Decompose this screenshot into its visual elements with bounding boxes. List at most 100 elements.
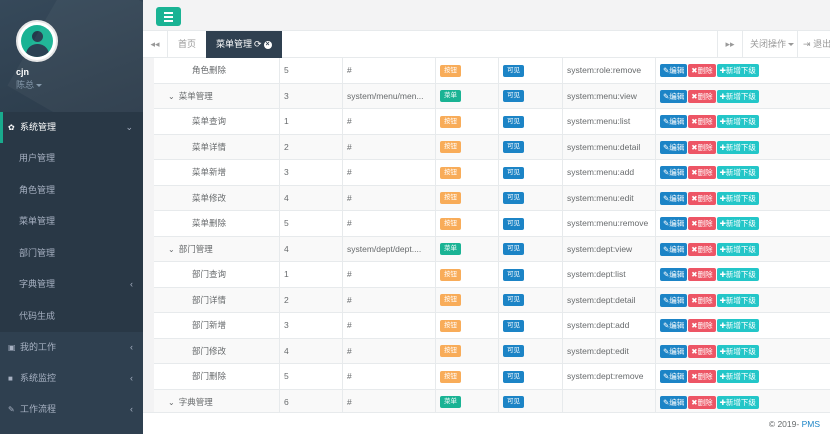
- sidebar-subitem[interactable]: 部门管理: [0, 238, 143, 270]
- add-child-button[interactable]: ✚新增下级: [716, 191, 759, 205]
- edit-button[interactable]: ✎编辑: [660, 242, 688, 256]
- close-operations-dropdown[interactable]: 关闭操作: [742, 31, 797, 58]
- close-icon[interactable]: ×: [263, 40, 272, 49]
- sidebar-subitem[interactable]: 代码生成: [0, 301, 143, 333]
- sidebar-item-label: 系统管理: [20, 122, 57, 132]
- delete-button[interactable]: ✖删除: [688, 217, 716, 231]
- delete-button[interactable]: ✖删除: [688, 191, 716, 205]
- delete-button[interactable]: ✖删除: [688, 268, 716, 282]
- user-role-dropdown[interactable]: 陈总: [16, 78, 43, 91]
- add-child-button[interactable]: ✚新增下级: [716, 89, 759, 103]
- sidebar-item-monitor[interactable]: ■ 系统监控 ‹: [0, 363, 143, 394]
- cell-menu-name: 部门查询: [154, 262, 279, 288]
- delete-button[interactable]: ✖删除: [688, 140, 716, 154]
- sidebar-item-my-work[interactable]: ▣ 我的工作 ‹: [0, 332, 143, 363]
- system-submenu: 用户管理角色管理菜单管理 部门管理 字典管理 ‹ 代码生成: [0, 143, 143, 332]
- delete-button[interactable]: ✖删除: [688, 344, 716, 358]
- caret-down-icon: [36, 84, 43, 88]
- delete-button[interactable]: ✖删除: [688, 242, 716, 256]
- tabs-scroll-left-button[interactable]: ◂◂: [143, 31, 168, 58]
- cell-actions: ✎编辑 ✖删除 ✚新增下级: [655, 185, 830, 211]
- sidebar-item-workflow[interactable]: ✎ 工作流程 ‹: [0, 394, 143, 425]
- add-child-button[interactable]: ✚新增下级: [716, 293, 759, 307]
- edit-label: 编辑: [669, 270, 685, 280]
- delete-button[interactable]: ✖删除: [688, 293, 716, 307]
- cell-order: 1: [279, 262, 342, 288]
- edit-button[interactable]: ✎编辑: [660, 370, 688, 384]
- delete-button[interactable]: ✖删除: [688, 395, 716, 409]
- cell-visible: 可见: [498, 134, 562, 160]
- avatar[interactable]: [16, 20, 58, 62]
- delete-button[interactable]: ✖删除: [688, 89, 716, 103]
- sidebar-subitem-label: 代码生成: [19, 310, 56, 321]
- edit-button[interactable]: ✎编辑: [660, 89, 688, 103]
- exit-button[interactable]: ⇥ 退出: [797, 31, 830, 58]
- edit-button[interactable]: ✎编辑: [660, 268, 688, 282]
- table-row: 部门修改 4 # 按钮 可见 system:dept:edit ✎编辑 ✖删除 ✚新增下级: [154, 338, 830, 364]
- edit-button[interactable]: ✎编辑: [660, 140, 688, 154]
- visible-badge: 可见: [503, 268, 524, 281]
- cell-permission: system:dept:edit: [562, 338, 655, 364]
- visible-badge: 可见: [503, 396, 524, 409]
- type-badge: 按钮: [440, 192, 461, 205]
- sidebar-subitem[interactable]: 字典管理 ‹: [0, 269, 143, 301]
- add-child-button[interactable]: ✚新增下级: [716, 217, 759, 231]
- tab-menu-management[interactable]: 菜单管理 ⟳ ×: [206, 31, 282, 58]
- edit-label: 编辑: [669, 346, 685, 356]
- add-child-button[interactable]: ✚新增下级: [716, 344, 759, 358]
- cell-permission: system:dept:remove: [562, 364, 655, 390]
- cell-menu-name: ⌄ 字典管理: [154, 390, 279, 413]
- delete-label: 删除: [697, 117, 713, 127]
- add-child-button[interactable]: ✚新增下级: [716, 395, 759, 409]
- delete-button[interactable]: ✖删除: [688, 370, 716, 384]
- tabs-scroll-right-button[interactable]: ▸▸: [717, 31, 742, 58]
- table-row: 部门详情 2 # 按钮 可见 system:dept:detail ✎编辑 ✖删除 ✚新增下级: [154, 287, 830, 313]
- cell-order: 5: [279, 211, 342, 237]
- sidebar-subitem[interactable]: 角色管理: [0, 175, 143, 207]
- edit-button[interactable]: ✎编辑: [660, 217, 688, 231]
- edit-button[interactable]: ✎编辑: [660, 191, 688, 205]
- edit-button[interactable]: ✎编辑: [660, 319, 688, 333]
- table-row: 菜单详情 2 # 按钮 可见 system:menu:detail ✎编辑 ✖删除 ✚新增下级: [154, 134, 830, 160]
- table-row: 角色删除 5 # 按钮 可见 system:role:remove ✎编辑 ✖删除 ✚新增下级: [154, 58, 830, 84]
- sidebar-subitem-label: 角色管理: [19, 184, 56, 195]
- type-badge: 菜单: [440, 396, 461, 409]
- brand-link[interactable]: PMS: [802, 419, 820, 429]
- delete-button[interactable]: ✖删除: [688, 64, 716, 78]
- refresh-icon[interactable]: ⟳: [254, 39, 262, 49]
- add-child-button[interactable]: ✚新增下级: [716, 140, 759, 154]
- edit-button[interactable]: ✎编辑: [660, 395, 688, 409]
- add-child-button[interactable]: ✚新增下级: [716, 64, 759, 78]
- cell-permission: system:dept:view: [562, 236, 655, 262]
- tree-expand-icon[interactable]: ⌄: [168, 84, 175, 110]
- sidebar-subitem[interactable]: 菜单管理: [0, 206, 143, 238]
- add-child-button[interactable]: ✚新增下级: [716, 268, 759, 282]
- delete-button[interactable]: ✖删除: [688, 115, 716, 129]
- delete-button[interactable]: ✖删除: [688, 166, 716, 180]
- tree-expand-icon[interactable]: ⌄: [168, 237, 175, 263]
- add-child-button[interactable]: ✚新增下级: [716, 370, 759, 384]
- delete-button[interactable]: ✖删除: [688, 319, 716, 333]
- cell-order: 5: [279, 58, 342, 84]
- sidebar-subitem[interactable]: 用户管理: [0, 143, 143, 175]
- cell-type: 按钮: [435, 287, 498, 313]
- table-row: 部门查询 1 # 按钮 可见 system:dept:list ✎编辑 ✖删除 ✚新增下级: [154, 262, 830, 288]
- add-child-button[interactable]: ✚新增下级: [716, 242, 759, 256]
- sidebar-item-system[interactable]: ✿ 系统管理 ⌄: [0, 112, 143, 143]
- add-child-button[interactable]: ✚新增下级: [716, 319, 759, 333]
- menu-toggle-button[interactable]: [156, 7, 181, 26]
- edit-button[interactable]: ✎编辑: [660, 64, 688, 78]
- cell-visible: 可见: [498, 287, 562, 313]
- sidebar-menu: ✿ 系统管理 ⌄ 用户管理角色管理菜单管理 部门管理 字典管理 ‹ 代码生成 ▣ 我的工作 …: [0, 112, 143, 425]
- sidebar-item-label: 系统监控: [20, 373, 57, 383]
- add-child-button[interactable]: ✚新增下级: [716, 115, 759, 129]
- tree-expand-icon[interactable]: ⌄: [168, 390, 175, 413]
- user-role-label: 陈总: [16, 80, 35, 90]
- edit-button[interactable]: ✎编辑: [660, 166, 688, 180]
- tab-home[interactable]: 首页: [168, 31, 206, 58]
- edit-button[interactable]: ✎编辑: [660, 293, 688, 307]
- add-child-button[interactable]: ✚新增下级: [716, 166, 759, 180]
- video-icon: ■: [8, 374, 13, 383]
- edit-button[interactable]: ✎编辑: [660, 115, 688, 129]
- edit-button[interactable]: ✎编辑: [660, 344, 688, 358]
